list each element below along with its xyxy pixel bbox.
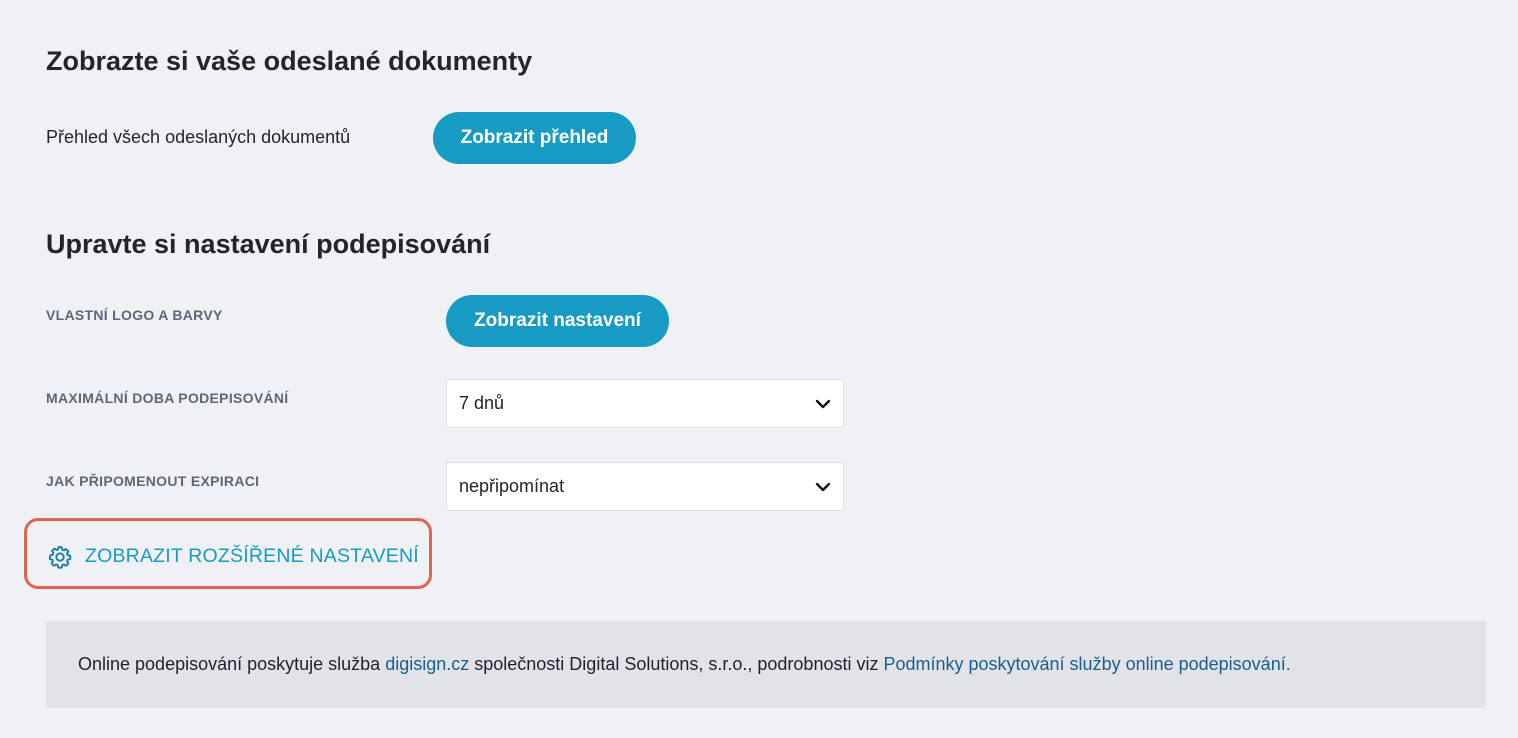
footer-text-start: Online podepisování poskytuje služba [78, 654, 386, 674]
gear-icon [48, 545, 72, 569]
chevron-down-icon [815, 482, 831, 491]
digisign-link[interactable]: digisign.cz [385, 654, 469, 674]
custom-logo-label: VLASTNÍ LOGO A BARVY [46, 307, 223, 323]
expiry-reminder-label: JAK PŘIPOMENOUT EXPIRACI [46, 473, 260, 489]
expiry-reminder-value: nepřipomínat [459, 476, 565, 496]
service-info-box: Online podepisování poskytuje služba dig… [46, 621, 1486, 708]
overview-label: Přehled všech odeslaných dokumentů [46, 127, 351, 147]
sent-documents-title: Zobrazte si vaše odeslané dokumenty [46, 46, 533, 76]
show-settings-button[interactable]: Zobrazit nastavení [446, 295, 669, 347]
show-overview-button[interactable]: Zobrazit přehled [433, 112, 636, 164]
expiry-reminder-select[interactable]: nepřipomínat [446, 462, 844, 511]
footer-text-middle: společnosti Digital Solutions, s.r.o., p… [469, 654, 884, 674]
service-terms-link[interactable]: Podmínky poskytování služby online podep… [883, 654, 1290, 674]
show-advanced-settings-link[interactable]: ZOBRAZIT ROZŠÍŘENÉ NASTAVENÍ [24, 518, 432, 589]
signing-settings-title: Upravte si nastavení podepisování [46, 229, 491, 259]
max-duration-value: 7 dnů [459, 393, 505, 413]
advanced-settings-label: ZOBRAZIT ROZŠÍŘENÉ NASTAVENÍ [85, 545, 419, 567]
chevron-down-icon [815, 399, 831, 408]
max-duration-select[interactable]: 7 dnů [446, 379, 844, 428]
max-duration-label: MAXIMÁLNÍ DOBA PODEPISOVÁNÍ [46, 390, 289, 406]
